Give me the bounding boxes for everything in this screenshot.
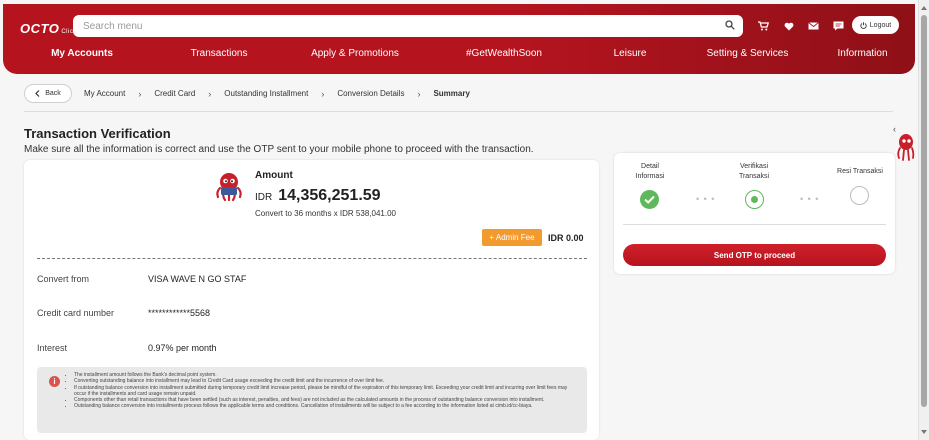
breadcrumb: Back My Account › Credit Card › Outstand… (24, 84, 470, 103)
admin-fee-button[interactable]: + Admin Fee (482, 229, 542, 246)
step-label: Transaksi (738, 173, 770, 180)
notice-item: Outstanding balance conversion into inst… (74, 403, 579, 409)
step-verifikasi-transaksi: Verifikasi Transaksi (728, 162, 780, 182)
chevron-left-icon (35, 90, 40, 97)
admin-fee-value: IDR 0.00 (548, 233, 584, 243)
heart-icon[interactable] (776, 19, 801, 33)
interest-label: Interest (37, 343, 68, 353)
helper-mascot-icon[interactable] (895, 132, 915, 162)
step-connector: • • • (696, 194, 716, 204)
mail-icon[interactable] (801, 19, 826, 33)
mascot-icon (216, 173, 242, 202)
nav-item-my-accounts[interactable]: My Accounts (3, 45, 161, 63)
search-bar[interactable] (73, 15, 743, 37)
top-header: OCTOClicks Logout (3, 4, 915, 74)
power-icon (860, 21, 867, 29)
main-nav: My Accounts Transactions Apply & Promoti… (3, 45, 915, 63)
convert-note: Convert to 36 months x IDR 538,041.00 (255, 209, 396, 218)
chat-icon[interactable] (826, 19, 851, 33)
breadcrumb-item-credit-card[interactable]: Credit Card (154, 89, 195, 98)
step-detail-informasi: Detail Informasi (624, 162, 676, 182)
breadcrumb-item-outstanding-installment[interactable]: Outstanding Installment (224, 89, 308, 98)
send-otp-button[interactable]: Send OTP to proceed (623, 244, 886, 266)
verification-progress-card: Detail Informasi • • • Verifikasi Transa… (614, 153, 895, 274)
amount-value: 14,356,251.59 (278, 187, 381, 204)
step-label: Detail (641, 163, 659, 170)
cart-icon[interactable] (751, 19, 776, 33)
logout-button[interactable]: Logout (852, 16, 899, 34)
search-icon[interactable] (725, 20, 735, 30)
nav-item-apply-promotions[interactable]: Apply & Promotions (277, 45, 433, 63)
step-done-check-icon (640, 190, 659, 209)
step-pending-icon (850, 186, 869, 205)
chevron-right-icon: › (208, 88, 212, 99)
search-input[interactable] (83, 19, 703, 33)
chevron-right-icon: › (138, 88, 142, 99)
logout-label: Logout (869, 21, 892, 29)
transaction-summary-card: Amount IDR 14,356,251.59 Convert to 36 m… (24, 160, 599, 440)
header-icon-group (751, 19, 851, 33)
octo-logo[interactable]: OCTO Clicks (20, 21, 80, 36)
interest-value: 0.97% per month (148, 343, 217, 353)
step-resi-transaksi: Resi Transaksi (828, 167, 892, 177)
back-button[interactable]: Back (24, 84, 72, 103)
scroll-up-icon[interactable] (921, 6, 927, 10)
nav-item-information[interactable]: Information (810, 45, 915, 63)
nav-item-getwealthsoon[interactable]: #GetWealthSoon (433, 45, 575, 63)
step-label: Informasi (635, 173, 665, 180)
notice-list: The installment amount follows the Bank'… (67, 372, 579, 410)
convert-from-value: VISA WAVE N GO STAF (148, 274, 247, 284)
amount-label: Amount (255, 170, 293, 181)
breadcrumb-item-my-account[interactable]: My Account (84, 89, 125, 98)
convert-from-label: Convert from (37, 274, 90, 284)
nav-item-setting-services[interactable]: Setting & Services (685, 45, 810, 63)
card-number-label: Credit card number (37, 308, 115, 318)
divider (24, 111, 893, 112)
nav-item-leisure[interactable]: Leisure (575, 45, 685, 63)
notice-item: If outstanding balance conversion into i… (74, 385, 579, 398)
amount-row: IDR 14,356,251.59 (255, 187, 381, 205)
step-active-icon (745, 190, 764, 209)
logo-text: OCTO (20, 21, 60, 36)
dashed-divider (37, 258, 587, 259)
divider (623, 224, 886, 225)
breadcrumb-item-conversion-details[interactable]: Conversion Details (337, 89, 404, 98)
scroll-down-icon[interactable] (921, 430, 927, 434)
notice-box: i The installment amount follows the Ban… (37, 367, 587, 433)
chevron-right-icon: › (417, 88, 421, 99)
card-number-value: ************5568 (148, 308, 211, 318)
step-label: Verifikasi (739, 163, 768, 170)
back-label: Back (45, 90, 61, 97)
nav-item-transactions[interactable]: Transactions (161, 45, 277, 63)
step-label: Resi Transaksi (837, 168, 883, 175)
breadcrumb-item-summary: Summary (433, 89, 470, 98)
page-subtitle: Make sure all the information is correct… (24, 144, 534, 155)
step-connector: • • • (800, 194, 820, 204)
page-title: Transaction Verification (24, 126, 171, 141)
amount-currency: IDR (255, 192, 273, 203)
chevron-right-icon: › (321, 88, 325, 99)
app-window: OCTOClicks Logout (0, 0, 918, 440)
vertical-scrollbar[interactable] (918, 0, 929, 440)
info-icon: i (49, 376, 60, 387)
scrollbar-thumb[interactable] (921, 15, 927, 407)
